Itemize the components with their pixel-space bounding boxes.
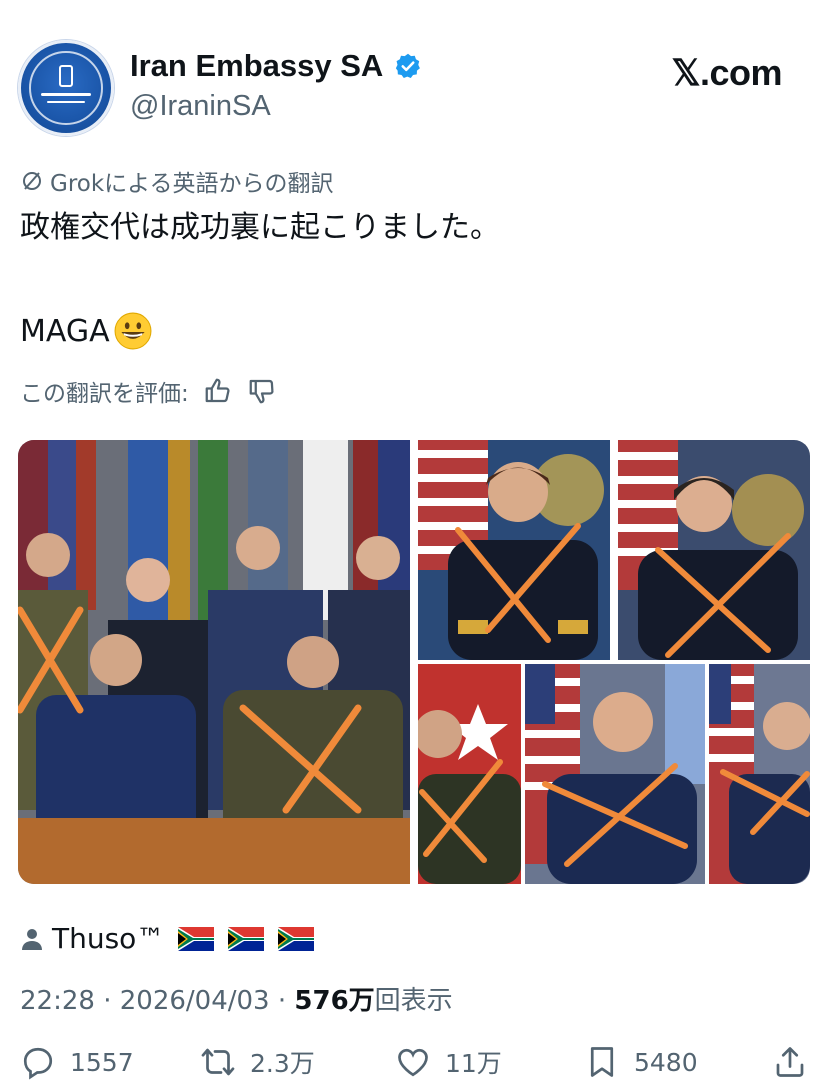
heart-icon	[398, 1048, 428, 1077]
display-name[interactable]: Iran Embassy SA	[130, 48, 383, 84]
media-grid[interactable]	[18, 440, 810, 884]
tweet-text-line2: MAGA	[20, 312, 152, 350]
portrait-officer-woman[interactable]	[618, 440, 810, 660]
share-button[interactable]	[772, 1044, 808, 1080]
translation-label: Grokによる英語からの翻訳	[20, 164, 333, 198]
views-count: 576万	[294, 986, 375, 1016]
views-label: 回表示	[374, 986, 453, 1016]
bookmark-icon	[590, 1047, 614, 1077]
portrait-air-force-officer[interactable]	[709, 664, 810, 884]
avatar-ring	[29, 51, 103, 125]
bookmark-count: 5480	[634, 1047, 698, 1077]
avatar[interactable]	[18, 40, 114, 136]
share-icon	[776, 1047, 804, 1077]
tweet-meta: 22:28 · 2026/04/03 · 576万回表示	[20, 980, 453, 1017]
like-button[interactable]: 11万	[395, 1044, 502, 1080]
south-africa-flag-icon	[228, 926, 265, 951]
bookmark-button[interactable]: 5480	[584, 1044, 698, 1080]
like-count: 11万	[445, 1049, 502, 1078]
rate-translation: この翻訳を評価:	[20, 374, 277, 408]
avatar-script-line	[47, 101, 85, 103]
avatar-script-line	[41, 93, 91, 96]
tweet-text-maga: MAGA	[20, 313, 110, 349]
verified-badge-icon	[396, 53, 421, 79]
meta-separator: ·	[277, 986, 287, 1016]
account-name-block: Iran Embassy SA @IraninSA	[130, 48, 422, 123]
south-africa-flag-icon	[278, 926, 315, 951]
tweet-header: Iran Embassy SA @IraninSA 𝕏.com	[18, 40, 810, 140]
media-credit[interactable]: Thuso™	[20, 922, 315, 955]
tweet-date[interactable]: 2026/04/03	[120, 986, 270, 1016]
translate-slash-icon	[23, 172, 41, 190]
portrait-army-general[interactable]	[418, 664, 521, 884]
tweet-actions: 1557 2.3万 11万 5480	[20, 1044, 812, 1082]
site-label: 𝕏.com	[671, 52, 782, 93]
reply-count: 1557	[70, 1047, 134, 1077]
emblem-icon	[59, 65, 73, 87]
credit-name: Thuso™	[52, 922, 165, 955]
tweet-time[interactable]: 22:28	[20, 986, 95, 1016]
repost-icon	[201, 1048, 235, 1076]
portrait-air-force-general[interactable]	[525, 664, 705, 884]
grinning-face-icon	[114, 312, 152, 350]
translation-label-text: Grokによる英語からの翻訳	[50, 171, 334, 197]
thumbs-up-icon[interactable]	[203, 376, 233, 406]
reply-icon	[23, 1047, 53, 1080]
thumbs-down-icon[interactable]	[247, 376, 277, 406]
rate-label: この翻訳を評価:	[20, 381, 189, 407]
person-icon	[22, 928, 42, 950]
reply-button[interactable]: 1557	[20, 1044, 134, 1080]
handle[interactable]: @IraninSA	[130, 90, 422, 123]
group-photo-officers[interactable]	[18, 440, 410, 884]
tweet-text-line1: 政権交代は成功裏に起こりました。	[20, 210, 500, 245]
repost-button[interactable]: 2.3万	[200, 1044, 315, 1080]
meta-separator: ·	[103, 986, 112, 1016]
portrait-admiral[interactable]	[418, 440, 610, 660]
repost-count: 2.3万	[250, 1049, 315, 1078]
south-africa-flag-icon	[178, 926, 215, 951]
